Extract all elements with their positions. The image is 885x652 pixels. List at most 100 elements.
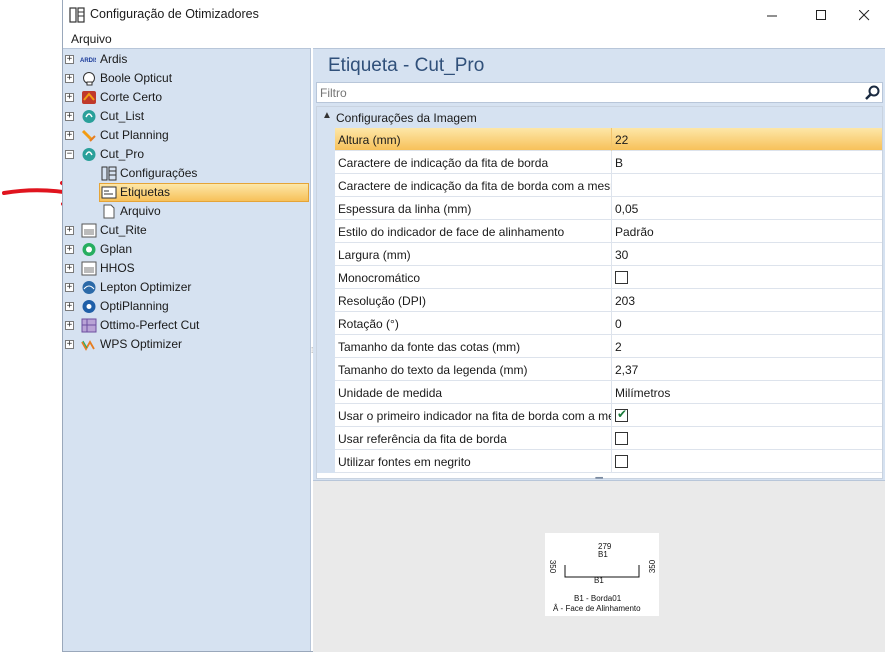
tree-item-label: Cut Planning	[100, 128, 169, 142]
category-row[interactable]: ▲ Configurações da Imagem	[317, 107, 882, 128]
tree-item-wps-optimizer[interactable]: + WPS Optimizer	[63, 335, 309, 354]
property-row[interactable]: Utilizar fontes em negrito	[317, 450, 882, 473]
tree-item-label: Boole Opticut	[100, 71, 173, 85]
property-row[interactable]: Usar referência da fita de borda	[317, 427, 882, 450]
property-row[interactable]: Unidade de medida Milímetros	[317, 381, 882, 404]
property-name: Altura (mm)	[335, 128, 612, 151]
tree-item-cut-planning[interactable]: + Cut Planning	[63, 126, 309, 145]
minimize-button[interactable]	[749, 0, 795, 30]
lepton-icon	[82, 281, 96, 294]
property-row[interactable]: Estilo do indicador de face de alinhamen…	[317, 220, 882, 243]
expand-icon[interactable]: +	[65, 340, 74, 349]
property-name: Unidade de medida	[335, 381, 612, 404]
chevron-up-icon[interactable]: ▲	[322, 110, 332, 121]
fontes-negrito-checkbox[interactable]	[615, 455, 628, 468]
tree-item-cut-list[interactable]: + Cut_List	[63, 107, 309, 126]
property-name: Caractere de indicação da fita de borda	[335, 151, 612, 174]
tree-item-gplan[interactable]: + Gplan	[63, 240, 309, 259]
page-title: Etiqueta - Cut_Pro	[328, 55, 485, 76]
tree-item-etiquetas[interactable]: Etiquetas	[63, 183, 309, 202]
gplan-icon	[82, 243, 96, 256]
property-value[interactable]: 22	[612, 128, 882, 151]
expand-icon[interactable]: +	[65, 112, 74, 121]
property-value	[612, 404, 882, 427]
cut-pro-icon	[82, 148, 96, 161]
tree-item-label: Etiquetas	[120, 185, 171, 199]
tree-item-arquivo[interactable]: Arquivo	[63, 202, 309, 221]
property-name: Monocromático	[335, 266, 612, 289]
close-icon	[858, 9, 869, 20]
collapse-icon[interactable]: −	[65, 150, 74, 159]
menu-arquivo[interactable]: Arquivo	[71, 32, 112, 46]
tree-item-label: OptiPlanning	[100, 299, 169, 313]
expand-icon[interactable]: +	[65, 245, 74, 254]
property-name: Usar referência da fita de borda	[335, 427, 612, 450]
property-value[interactable]	[612, 174, 882, 197]
property-row[interactable]: Caractere de indicação da fita de borda …	[317, 174, 882, 197]
tree-item-cut-rite[interactable]: + Cut_Rite	[63, 221, 309, 240]
maximize-button[interactable]	[798, 0, 844, 30]
tree-item-configuracoes[interactable]: Configurações	[63, 164, 309, 183]
tree-item-corte-certo[interactable]: + Corte Certo	[63, 88, 309, 107]
usar-referencia-checkbox[interactable]	[615, 432, 628, 445]
property-value[interactable]: 0,05	[612, 197, 882, 220]
tree-item-lepton-optimizer[interactable]: + Lepton Optimizer	[63, 278, 309, 297]
property-row[interactable]: Largura (mm) 30	[317, 243, 882, 266]
maximize-icon	[815, 9, 826, 20]
expand-icon[interactable]: +	[65, 74, 74, 83]
property-value[interactable]: 203	[612, 289, 882, 312]
tree-item-label: Lepton Optimizer	[100, 280, 192, 294]
property-row[interactable]: Altura (mm) 22	[317, 128, 882, 151]
property-value[interactable]: 2,37	[612, 358, 882, 381]
property-row[interactable]: Monocromático	[317, 266, 882, 289]
property-row[interactable]: Caractere de indicação da fita de borda B	[317, 151, 882, 174]
tree-item-cut-pro[interactable]: − Cut_Pro	[63, 145, 309, 164]
tree-item-ardis[interactable]: + ARDIS Ardis	[63, 50, 309, 69]
property-row[interactable]: Usar o primeiro indicador na fita de bor…	[317, 404, 882, 427]
expand-icon[interactable]: +	[65, 93, 74, 102]
expand-icon[interactable]: +	[65, 55, 74, 64]
tree-item-label: Cut_List	[100, 109, 145, 123]
property-row[interactable]: Resolução (DPI) 203	[317, 289, 882, 312]
expand-icon[interactable]: +	[65, 321, 74, 330]
check-icon: ✔	[617, 407, 628, 421]
optiplanning-icon	[82, 300, 96, 313]
expand-icon[interactable]: +	[65, 302, 74, 311]
app-window: Configuração de Otimizadores Arquivo + A…	[62, 0, 885, 652]
property-value[interactable]: 2	[612, 335, 882, 358]
search-icon[interactable]	[864, 84, 881, 101]
close-button[interactable]	[841, 0, 885, 30]
bottom-edge-code: B1	[594, 576, 604, 585]
property-row[interactable]: Tamanho do texto da legenda (mm) 2,37	[317, 358, 882, 381]
tree-item-label: WPS Optimizer	[100, 337, 183, 351]
svg-text:ARDIS: ARDIS	[80, 58, 96, 64]
content-panel: Etiqueta - Cut_Pro ▲ Configurações da Im…	[313, 48, 885, 652]
expand-icon[interactable]: +	[65, 226, 74, 235]
expand-icon[interactable]: +	[65, 264, 74, 273]
monocromatico-checkbox[interactable]	[615, 271, 628, 284]
tree-item-hhos[interactable]: + HHOS	[63, 259, 309, 278]
property-value[interactable]: Milímetros	[612, 381, 882, 404]
property-value[interactable]: 0	[612, 312, 882, 335]
filter-input[interactable]	[320, 85, 860, 100]
menu-bar: Arquivo	[63, 30, 885, 48]
usar-primeiro-indicador-checkbox[interactable]: ✔	[615, 407, 628, 422]
cut-rite-icon	[81, 223, 97, 238]
tree-item-optiplanning[interactable]: + OptiPlanning	[63, 297, 309, 316]
property-row[interactable]: Tamanho da fonte das cotas (mm) 2	[317, 335, 882, 358]
property-value[interactable]: B	[612, 151, 882, 174]
tree-item-label: Ottimo-Perfect Cut	[100, 318, 200, 332]
expand-icon[interactable]: +	[65, 283, 74, 292]
tree-item-label: Gplan	[100, 242, 133, 256]
tree-item-ottimo-perfect-cut[interactable]: + Ottimo-Perfect Cut	[63, 316, 309, 335]
property-value[interactable]: 30	[612, 243, 882, 266]
expand-icon[interactable]: +	[65, 131, 74, 140]
minimize-icon	[766, 15, 777, 16]
tree-item-boole-opticut[interactable]: + Boole Opticut	[63, 69, 309, 88]
property-value[interactable]: Padrão	[612, 220, 882, 243]
property-name: Utilizar fontes em negrito	[335, 450, 612, 473]
label-icon	[101, 186, 117, 199]
property-row[interactable]: Rotação (°) 0	[317, 312, 882, 335]
file-icon	[103, 204, 115, 219]
property-row[interactable]: Espessura da linha (mm) 0,05	[317, 197, 882, 220]
